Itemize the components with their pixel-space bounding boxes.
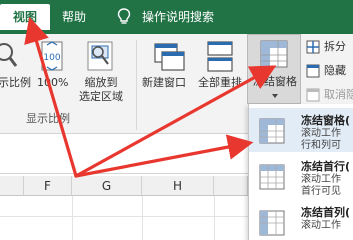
grid-col-line [214,196,215,240]
menu-item-title: 冻结首列( [301,206,351,219]
tell-me-search[interactable]: 操作说明搜索 [142,4,214,30]
split-label[interactable]: 拆分 [324,40,346,54]
hide-label[interactable]: 隐藏 [324,64,346,78]
zoom-selection-label-1[interactable]: 缩放到 [78,76,124,90]
new-window-icon[interactable] [152,40,186,74]
zoom-to-selection-icon[interactable] [86,40,116,74]
formula-area [0,134,248,174]
magnifier-icon[interactable] [0,40,20,74]
group-divider [136,40,137,130]
svg-text:100: 100 [43,53,60,63]
freeze-panes-menu: 冻结窗格( 滚动工作 行和列可 冻结首行( 滚动工作 首行可见 冻结首列( 滚动… [248,104,353,240]
freeze-panes-button[interactable]: 冻结窗格 [247,34,301,104]
tab-view[interactable]: 视图 [0,4,50,30]
split-icon[interactable] [306,40,320,54]
column-header-i[interactable] [214,176,248,196]
unhide-label[interactable]: 取消隐 [324,88,353,102]
column-header-blank[interactable] [0,176,24,196]
menu-item-freeze-first-column[interactable]: 冻结首列( 滚动工作 [249,200,353,240]
new-window-label[interactable]: 新建窗口 [142,76,186,90]
zoom-100-label[interactable]: 100% [37,76,68,90]
column-header-h[interactable]: H [142,176,214,196]
grid-col-line [72,196,73,240]
grid-row-line [0,216,248,217]
unhide-icon[interactable] [306,88,320,102]
zoom-button-label[interactable]: 示比例 [0,76,31,90]
freeze-first-column-icon [259,210,285,236]
menu-item-freeze-panes[interactable]: 冻结窗格( 滚动工作 行和列可 [249,108,353,152]
arrange-all-label[interactable]: 全部重排 [198,76,242,90]
ribbon-tab-bar: 视图 帮助 操作说明搜索 [0,0,353,34]
menu-item-title: 冻结首行( [301,160,351,173]
hide-icon[interactable] [306,64,320,78]
column-header-f[interactable]: F [24,176,72,196]
tab-help[interactable]: 帮助 [62,4,86,30]
group-label-zoom: 显示比例 [26,112,70,125]
freeze-top-row-icon [259,164,285,190]
lightbulb-icon[interactable] [116,8,132,26]
zoom-selection-label-2[interactable]: 选定区域 [76,90,126,104]
column-header-g[interactable]: G [72,176,142,196]
menu-item-desc: 首行可见 [301,186,341,197]
menu-item-title: 冻结窗格( [301,114,351,127]
chevron-down-icon [272,94,278,98]
freeze-panes-icon [260,40,288,68]
menu-item-desc: 滚动工作 [301,220,341,231]
freeze-panes-option-icon [259,118,285,144]
arrange-all-icon[interactable] [205,40,235,74]
freeze-panes-label: 冻结窗格 [253,75,297,88]
zoom-100-icon[interactable]: 100 [38,40,66,74]
grid-col-line [142,196,143,240]
menu-item-desc: 行和列可 [301,140,341,151]
menu-item-freeze-top-row[interactable]: 冻结首行( 滚动工作 首行可见 [249,154,353,198]
